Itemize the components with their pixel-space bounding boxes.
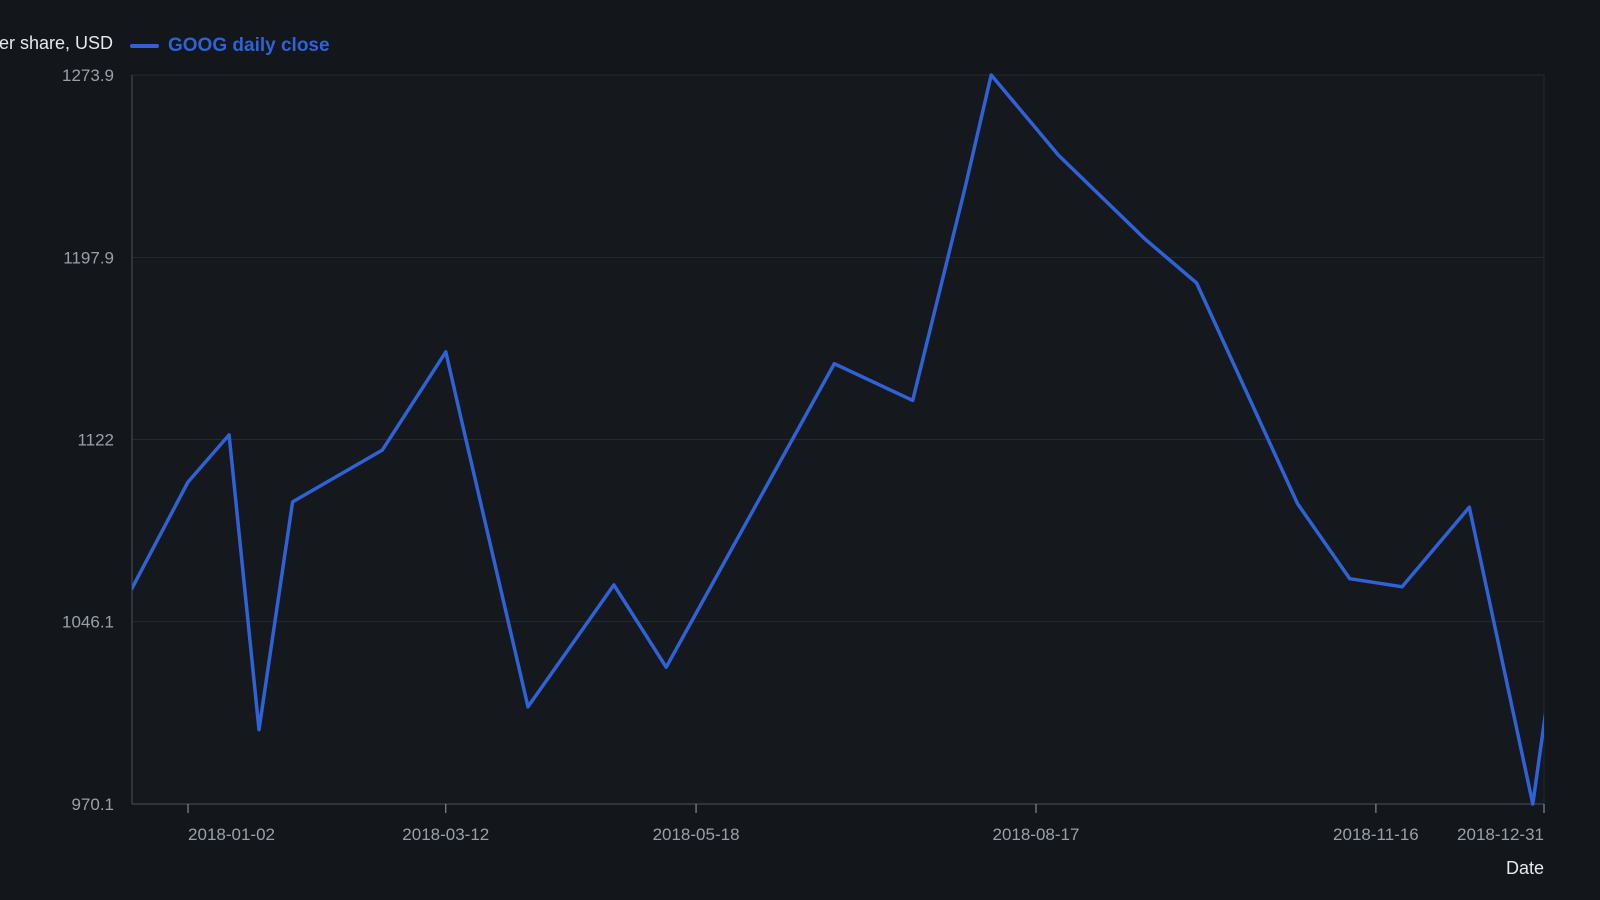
legend-label-goog: GOOG daily close bbox=[168, 35, 330, 56]
x-tick-label-2018-05-18: 2018-05-18 bbox=[653, 825, 740, 844]
line-chart: Price per share, USD GOOG daily close 12… bbox=[0, 0, 1600, 900]
x-tick-label-2018-03-12: 2018-03-12 bbox=[402, 825, 489, 844]
x-axis-title: Date bbox=[1506, 858, 1544, 878]
y-tick-label-970-1: 970.1 bbox=[71, 795, 114, 814]
y-tick-label-1046-1: 1046.1 bbox=[62, 613, 114, 632]
legend-swatch-goog bbox=[130, 44, 159, 48]
x-tick-label-2018-01-02: 2018-01-02 bbox=[188, 825, 275, 844]
y-tick-label-1122: 1122 bbox=[77, 431, 114, 450]
y-axis-title: Price per share, USD bbox=[0, 33, 113, 53]
y-tick-label-1273-9: 1273.9 bbox=[62, 66, 114, 85]
chart-svg: 1273.9 1197.9 1122 1046.1 970.1 2018-01-02 201… bbox=[62, 66, 1545, 878]
legend: GOOG daily close bbox=[130, 35, 330, 57]
y-tick-label-1197-9: 1197.9 bbox=[63, 248, 114, 267]
x-tick-label-2018-11-16: 2018-11-16 bbox=[1333, 825, 1419, 844]
x-tick-label-2018-08-17: 2018-08-17 bbox=[992, 825, 1079, 844]
x-tick-label-2018-12-31: 2018-12-31 bbox=[1457, 825, 1544, 844]
